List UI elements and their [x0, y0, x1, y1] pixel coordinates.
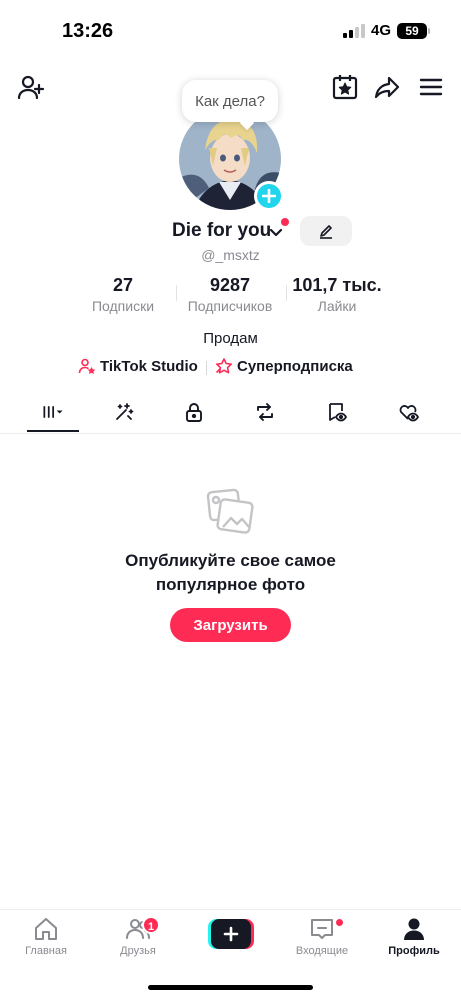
upload-button[interactable]: Загрузить — [170, 608, 291, 642]
stat-label: Лайки — [317, 298, 357, 314]
stat-value: 101,7 тыс. — [292, 275, 382, 295]
heart-eye-icon — [399, 405, 419, 422]
studio-icon — [78, 358, 96, 375]
bookmark-eye-icon — [329, 403, 347, 422]
tab-reposts[interactable] — [239, 392, 291, 432]
grid-icon — [43, 406, 63, 418]
stat-likes[interactable]: 101,7 тыс. Лайки — [286, 275, 388, 314]
super-subscription-link[interactable]: Суперподписка — [215, 357, 353, 375]
stat-followers[interactable]: 9287 Подписчиков — [180, 275, 280, 314]
bottom-nav: Главная Друзья 1 Входящие Профиль — [0, 909, 461, 967]
nav-profile[interactable]: Профиль — [374, 916, 454, 957]
nav-label: Входящие — [295, 945, 349, 957]
link-label: TikTok Studio — [100, 357, 198, 375]
divider — [206, 361, 207, 375]
stat-value: 9287 — [209, 275, 251, 295]
nav-home[interactable]: Главная — [6, 916, 86, 957]
add-friend-icon[interactable] — [16, 72, 46, 102]
username: @_msxtz — [201, 247, 260, 263]
friends-badge: 1 — [142, 916, 160, 934]
home-indicator — [148, 985, 313, 990]
super-subscription-icon — [216, 358, 232, 374]
repost-icon — [257, 403, 273, 421]
plus-icon — [223, 926, 239, 942]
tiktok-studio-link[interactable]: TikTok Studio — [78, 357, 198, 375]
nav-label: Профиль — [388, 945, 440, 957]
photo-stack-icon — [206, 488, 254, 534]
nav-inbox[interactable]: Входящие — [282, 916, 362, 957]
stat-label: Подписки — [91, 298, 155, 314]
inbox-icon — [311, 919, 333, 939]
pencil-icon — [320, 225, 332, 239]
name-row: Die for you — [0, 216, 461, 246]
home-icon — [35, 918, 57, 940]
battery-icon: 59 — [397, 22, 430, 39]
tab-sparkle[interactable] — [98, 392, 150, 432]
status-bubble[interactable]: Как дела? — [182, 80, 278, 122]
share-icon[interactable] — [372, 72, 402, 102]
signal-icon — [342, 23, 365, 38]
tab-private[interactable] — [168, 392, 220, 432]
profile-links: TikTok Studio Суперподписка — [0, 357, 461, 377]
calendar-star-icon[interactable] — [330, 72, 360, 102]
notification-dot — [281, 218, 289, 226]
empty-state-title: Опубликуйте свое самое популярное фото — [0, 549, 461, 597]
status-bar: 13:26 4G 59 — [0, 0, 461, 60]
nav-label: Главная — [25, 945, 67, 957]
tab-videos[interactable] — [27, 392, 79, 432]
status-indicators: 4G 59 — [342, 22, 430, 39]
inbox-dot — [335, 918, 344, 927]
add-story-plus-icon[interactable] — [254, 181, 284, 211]
tab-saved[interactable] — [310, 392, 362, 432]
stat-label: Подписчиков — [187, 298, 273, 314]
bio: Продам — [203, 330, 258, 347]
display-name[interactable]: Die for you — [172, 220, 271, 242]
stat-value: 27 — [112, 275, 134, 295]
edit-profile-button[interactable] — [300, 216, 352, 246]
profile-icon — [404, 918, 424, 940]
stat-following[interactable]: 27 Подписки — [84, 275, 162, 314]
tab-liked[interactable] — [382, 392, 434, 432]
empty-state-line: популярное фото — [155, 575, 306, 594]
sparkle-icon — [116, 403, 134, 420]
network-type: 4G — [370, 22, 391, 39]
nav-friends[interactable]: Друзья 1 — [98, 916, 178, 957]
nav-label: Друзья — [120, 945, 156, 957]
divider — [176, 285, 177, 301]
create-button[interactable] — [208, 919, 254, 949]
profile-tabs — [0, 392, 461, 434]
empty-state-line: Опубликуйте свое самое — [125, 551, 336, 570]
lock-icon — [186, 403, 202, 422]
chevron-down-icon[interactable] — [268, 224, 284, 240]
menu-icon[interactable] — [416, 72, 446, 102]
status-time: 13:26 — [62, 20, 114, 42]
link-label: Суперподписка — [237, 357, 353, 375]
profile-stats: 27 Подписки 9287 Подписчиков 101,7 тыс. … — [0, 275, 461, 315]
